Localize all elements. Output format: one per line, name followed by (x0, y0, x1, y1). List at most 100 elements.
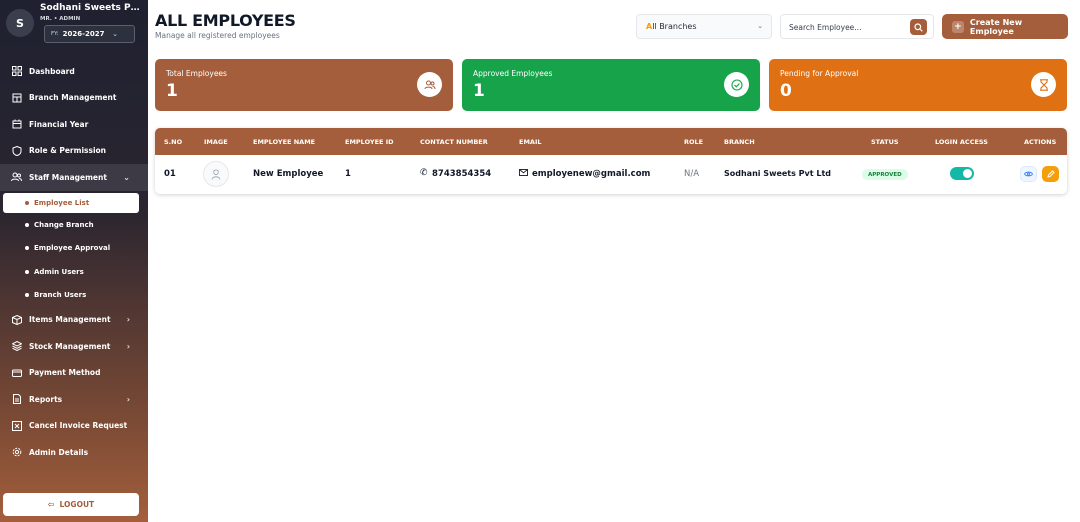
submenu-label: Employee List (34, 198, 90, 207)
create-employee-button[interactable]: + Create New Employee (942, 14, 1068, 39)
submenu-label: Branch Users (34, 291, 87, 300)
sidebar-item-label: Items Management (29, 315, 111, 325)
phone-icon: ✆ (420, 168, 428, 178)
chevron-right-icon: › (126, 341, 130, 351)
report-icon (11, 394, 22, 405)
hourglass-icon (1031, 72, 1056, 97)
sidebar: S Sodhani Sweets Pvt Ltd MR. • ADMIN FY:… (0, 0, 148, 522)
org-name: Sodhani Sweets Pvt Ltd (40, 3, 144, 13)
create-employee-label: Create New Employee (969, 17, 1023, 36)
col-header: ACTIONS (1024, 138, 1057, 146)
settings-icon (11, 447, 22, 458)
users-icon (417, 72, 442, 97)
submenu-employee-list[interactable]: Employee List (3, 192, 139, 213)
search-button[interactable] (910, 19, 927, 35)
edit-button[interactable] (1042, 166, 1059, 182)
eye-icon (1024, 171, 1033, 177)
employee-table: S.NO IMAGE EMPLOYEE NAME EMPLOYEE ID CON… (155, 128, 1067, 194)
check-circle-icon (724, 72, 749, 97)
stat-label: Approved Employees (473, 69, 553, 78)
dashboard-icon (11, 66, 22, 77)
submenu-admin-users[interactable]: Admin Users (0, 260, 148, 283)
sidebar-item-branch-management[interactable]: Branch Management (0, 85, 148, 112)
col-header: BRANCH (724, 138, 755, 146)
building-icon (11, 92, 22, 103)
page-title: ALL EMPLOYEES (155, 11, 296, 30)
cell-role: N/A (684, 169, 700, 179)
submenu-employee-approval[interactable]: Employee Approval (0, 237, 148, 260)
sidebar-item-staff-management[interactable]: Staff Management ⌄ (0, 164, 148, 191)
submenu-label: Admin Users (34, 267, 84, 276)
stat-value: 0 (780, 81, 792, 101)
avatar[interactable]: S (6, 9, 34, 37)
stat-value: 1 (473, 81, 485, 101)
bullet-icon (25, 269, 29, 274)
sidebar-item-label: Reports (29, 394, 63, 404)
col-header: STATUS (871, 138, 899, 146)
cell-contact: 8743854354 (432, 169, 492, 179)
stat-value: 1 (166, 81, 178, 101)
employee-avatar (203, 161, 229, 187)
col-header: IMAGE (204, 138, 228, 146)
bullet-icon (25, 223, 29, 228)
sidebar-item-label: Branch Management (29, 93, 117, 103)
sidebar-item-stock-management[interactable]: Stock Management › (0, 333, 148, 360)
sidebar-item-label: Role & Permission (29, 146, 107, 156)
login-access-toggle[interactable] (950, 167, 974, 180)
sidebar-item-dashboard[interactable]: Dashboard (0, 58, 148, 85)
table-row: 01 New Employee 1 ✆ 8743854354 employene… (155, 155, 1067, 194)
sidebar-nav: Dashboard Branch Management Financial Ye… (0, 58, 148, 466)
stat-card-total: Total Employees 1 (155, 59, 453, 111)
sidebar-item-label: Cancel Invoice Request (29, 421, 128, 431)
col-header: EMPLOYEE ID (345, 138, 394, 146)
logout-button[interactable]: ⇦ LOGOUT (3, 493, 139, 516)
mail-icon (519, 169, 528, 179)
submenu-label: Employee Approval (34, 244, 111, 253)
sidebar-item-admin-details[interactable]: Admin Details (0, 439, 148, 466)
chevron-right-icon: › (126, 315, 130, 325)
col-header: LOGIN ACCESS (935, 138, 988, 146)
chevron-right-icon: › (126, 394, 130, 404)
sidebar-item-items-management[interactable]: Items Management › (0, 307, 148, 334)
sidebar-header: S Sodhani Sweets Pvt Ltd MR. • ADMIN FY:… (0, 0, 148, 48)
col-header: CONTACT NUMBER (420, 138, 488, 146)
branch-select[interactable]: All Branches ⌄ (636, 14, 772, 39)
user-role: MR. • ADMIN (40, 16, 81, 22)
bullet-icon (25, 246, 29, 251)
col-header: S.NO (164, 138, 183, 146)
sidebar-item-label: Financial Year (29, 119, 89, 129)
plus-icon: + (952, 20, 964, 33)
fy-label: FY: (51, 31, 59, 37)
submenu-change-branch[interactable]: Change Branch (0, 214, 148, 237)
bullet-icon (25, 200, 29, 205)
chevron-down-icon: ⌄ (112, 30, 118, 38)
users-icon (11, 172, 22, 183)
sidebar-item-financial-year[interactable]: Financial Year (0, 111, 148, 138)
cell-email: employenew@gmail.com (532, 169, 651, 179)
view-button[interactable] (1020, 166, 1037, 182)
chevron-down-icon: ⌄ (123, 172, 130, 182)
stat-card-approved: Approved Employees 1 (462, 59, 760, 111)
toggle-knob (963, 169, 972, 178)
calendar-icon (11, 119, 22, 130)
submenu-branch-users[interactable]: Branch Users (0, 283, 148, 306)
sidebar-item-reports[interactable]: Reports › (0, 386, 148, 413)
cancel-icon (11, 420, 22, 431)
sidebar-item-label: Stock Management (29, 341, 111, 351)
sidebar-item-role-permission[interactable]: Role & Permission (0, 138, 148, 165)
search-box (780, 14, 934, 39)
table-header: S.NO IMAGE EMPLOYEE NAME EMPLOYEE ID CON… (155, 128, 1067, 155)
financial-year-select[interactable]: FY: 2026-2027 ⌄ (44, 25, 135, 43)
sidebar-item-cancel-invoice[interactable]: Cancel Invoice Request (0, 413, 148, 440)
logout-label: LOGOUT (59, 500, 95, 509)
col-header: EMAIL (519, 138, 542, 146)
sidebar-item-label: Staff Management (29, 172, 107, 182)
search-input[interactable] (789, 17, 904, 38)
stat-label: Total Employees (166, 69, 227, 78)
sidebar-item-label: Admin Details (29, 447, 89, 457)
sidebar-item-payment-method[interactable]: Payment Method (0, 360, 148, 387)
stat-card-pending: Pending for Approval 0 (769, 59, 1067, 111)
logout-icon: ⇦ (47, 500, 55, 509)
status-badge: APPROVED (862, 169, 908, 180)
cell-branch: Sodhani Sweets Pvt Ltd (724, 169, 832, 178)
